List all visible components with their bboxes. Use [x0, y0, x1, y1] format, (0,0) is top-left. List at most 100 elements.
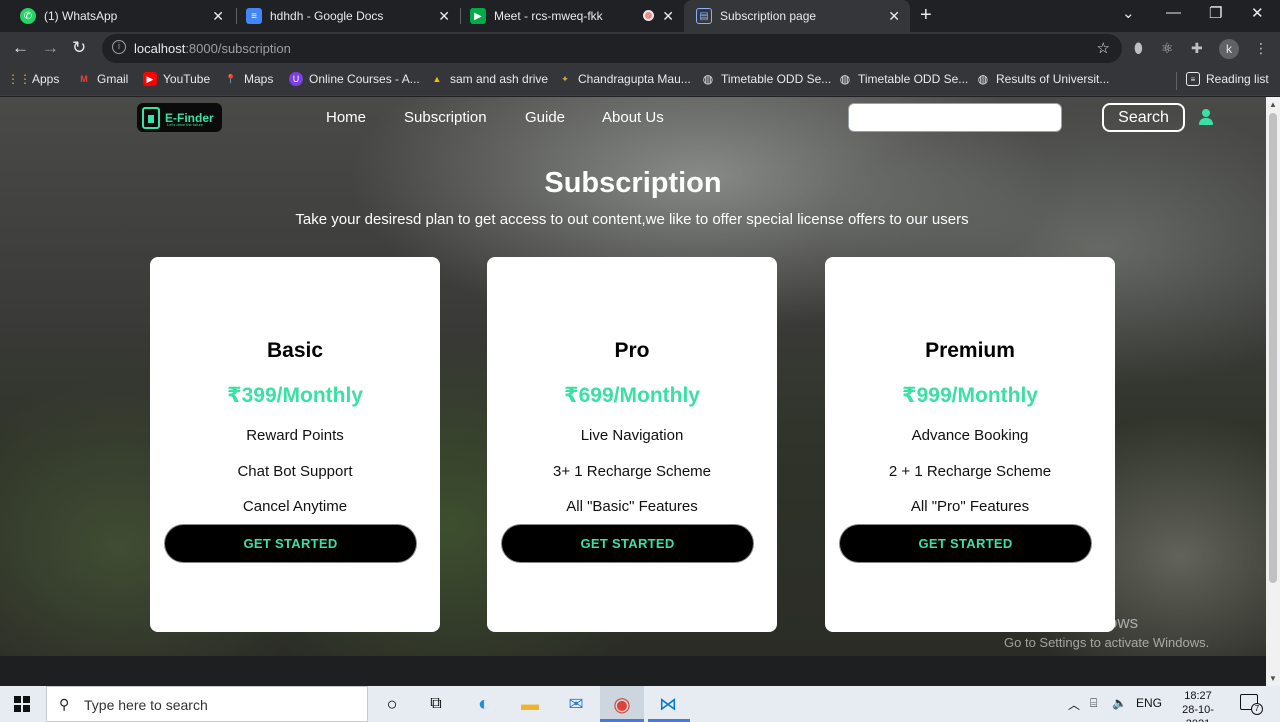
react-devtools-icon[interactable]: ⚛: [1161, 40, 1174, 57]
globe-icon: ◍: [977, 72, 989, 86]
mail-icon[interactable]: ✉: [564, 692, 588, 716]
menu-kebab-icon[interactable]: ⋮: [1254, 40, 1268, 57]
scroll-down-icon[interactable]: ▼: [1269, 674, 1277, 683]
reload-button[interactable]: ↻: [72, 38, 86, 58]
nav-about-us[interactable]: About Us: [602, 109, 664, 126]
plan-price: ₹399/Monthly: [227, 384, 363, 407]
user-icon[interactable]: [1199, 109, 1213, 126]
bookmark-results[interactable]: ◍ Results of Universit...: [976, 72, 1110, 86]
bookmark-label: Timetable ODD Se...: [858, 72, 969, 86]
tab-subscription[interactable]: ▤ Subscription page ✕: [684, 0, 910, 32]
tab-google-docs[interactable]: ≡ hdhdh - Google Docs ✕: [234, 0, 460, 32]
taskbar-clock[interactable]: 18:27 28-10-2021: [1170, 689, 1226, 722]
recording-icon: [643, 10, 654, 21]
youtube-icon: ▶: [143, 72, 157, 86]
bookmark-label: sam and ash drive: [450, 72, 549, 86]
reading-list-button[interactable]: ≡ Reading list: [1186, 72, 1269, 86]
reading-list-icon: ≡: [1186, 72, 1200, 86]
google-docs-icon: ≡: [246, 8, 262, 24]
site-search-input[interactable]: [848, 103, 1062, 132]
get-started-button-pro[interactable]: GET STARTED: [502, 525, 753, 562]
bookmark-youtube[interactable]: ▶ YouTube: [143, 72, 210, 86]
plan-name: Premium: [925, 339, 1015, 362]
tab-label: Meet - rcs-mweq-fkk: [494, 9, 603, 23]
site-info-icon[interactable]: i: [112, 40, 126, 54]
windows-taskbar: ⚲ Type here to search ○ ⧉ ◐ ▬ ✉ ◉ ⋈ ︿ ⌸ …: [0, 686, 1280, 722]
clock-date: 28-10-2021: [1182, 704, 1214, 722]
page-scrollbar[interactable]: ▲ ▼: [1266, 97, 1280, 686]
bookmark-online-courses[interactable]: U Online Courses - A...: [289, 72, 420, 86]
plan-feature: Reward Points: [246, 427, 344, 444]
profile-avatar[interactable]: k: [1219, 39, 1239, 59]
plan-price: ₹699/Monthly: [564, 384, 700, 407]
notification-center-icon[interactable]: 7: [1240, 694, 1263, 715]
notification-count: 7: [1251, 703, 1263, 715]
bookmarks-divider: [1176, 72, 1177, 90]
apps-grid-icon: ⋮⋮: [7, 72, 31, 86]
bookmark-maps[interactable]: 📍 Maps: [224, 72, 273, 86]
restore-button[interactable]: ❐: [1209, 4, 1222, 22]
close-icon[interactable]: ✕: [888, 8, 900, 25]
activate-title: Activate Windows: [1004, 613, 1139, 632]
address-bar[interactable]: i localhost:8000/subscription ☆: [102, 34, 1122, 63]
scrollbar-thumb[interactable]: [1269, 113, 1277, 583]
get-started-button-premium[interactable]: GET STARTED: [840, 525, 1091, 562]
plan-name: Pro: [614, 339, 650, 362]
tab-label: (1) WhatsApp: [44, 9, 118, 23]
page-title: Subscription: [544, 167, 722, 199]
back-button[interactable]: ←: [12, 38, 29, 58]
tab-meet[interactable]: ▶ Meet - rcs-mweq-fkk ✕: [458, 0, 684, 32]
nav-subscription[interactable]: Subscription: [404, 109, 487, 126]
bookmark-chandragupta[interactable]: ✦ Chandragupta Mau...: [558, 72, 691, 86]
bookmark-label: Maps: [244, 72, 274, 86]
gmail-icon: M: [80, 74, 88, 84]
extension-icon[interactable]: ⬮: [1134, 40, 1143, 57]
minimize-button[interactable]: —: [1166, 4, 1181, 21]
plan-feature: Cancel Anytime: [242, 498, 348, 515]
volume-icon[interactable]: 🔈: [1112, 696, 1127, 710]
tray-chevron-icon[interactable]: ︿: [1068, 696, 1080, 713]
bookmark-timetable-1[interactable]: ◍ Timetable ODD Se...: [701, 72, 832, 86]
windows-start-icon[interactable]: [14, 696, 30, 712]
new-tab-button[interactable]: +: [920, 4, 932, 27]
bookmark-icon: ✦: [561, 73, 569, 84]
page-footer: [0, 656, 1266, 686]
nav-guide[interactable]: Guide: [525, 109, 565, 126]
forward-button[interactable]: →: [42, 38, 59, 58]
bookmark-apps[interactable]: ⋮⋮ Apps: [7, 72, 59, 86]
tab-search-icon[interactable]: ⌄: [1122, 4, 1135, 22]
drive-icon: ▲: [432, 74, 442, 84]
vscode-icon[interactable]: ⋈: [656, 692, 680, 716]
chrome-icon[interactable]: ◉: [610, 692, 634, 716]
bookmark-timetable-2[interactable]: ◍ Timetable ODD Se...: [838, 72, 969, 86]
extensions-puzzle-icon[interactable]: ✚: [1191, 40, 1203, 57]
site-search-button[interactable]: Search: [1102, 103, 1185, 132]
network-icon[interactable]: ⌸: [1090, 696, 1097, 711]
site-logo[interactable]: E-Finder Let's drive the future: [137, 103, 222, 132]
page-viewport: E-Finder Let's drive the future Home Sub…: [0, 97, 1266, 686]
close-icon[interactable]: ✕: [212, 8, 224, 25]
taskbar-search[interactable]: ⚲ Type here to search: [46, 686, 368, 722]
window-close-button[interactable]: ✕: [1251, 4, 1264, 22]
close-icon[interactable]: ✕: [438, 8, 450, 25]
close-icon[interactable]: ✕: [662, 8, 674, 25]
plan-price: ₹999/Monthly: [902, 384, 1038, 407]
tab-whatsapp[interactable]: ✆ (1) WhatsApp ✕: [8, 0, 234, 32]
page-icon: ▤: [696, 8, 712, 24]
maps-icon: 📍: [225, 73, 237, 84]
whatsapp-icon: ✆: [20, 8, 36, 24]
plan-card-premium: Premium ₹999/Monthly Advance Booking 2 +…: [825, 257, 1115, 632]
task-view-icon[interactable]: ⧉: [424, 692, 448, 716]
url-host: localhost: [134, 41, 186, 56]
scroll-up-icon[interactable]: ▲: [1269, 100, 1277, 109]
bookmark-drive[interactable]: ▲ sam and ash drive: [430, 72, 549, 86]
cortana-icon[interactable]: ○: [380, 692, 404, 716]
bookmark-gmail[interactable]: M Gmail: [77, 72, 128, 86]
url-text[interactable]: localhost:8000/subscription: [134, 41, 291, 56]
edge-icon[interactable]: ◐: [472, 692, 496, 716]
file-explorer-icon[interactable]: ▬: [518, 692, 542, 716]
get-started-button-basic[interactable]: GET STARTED: [165, 525, 416, 562]
language-indicator[interactable]: ENG: [1136, 696, 1162, 710]
bookmark-star-icon[interactable]: ☆: [1097, 39, 1110, 57]
nav-home[interactable]: Home: [326, 109, 366, 126]
